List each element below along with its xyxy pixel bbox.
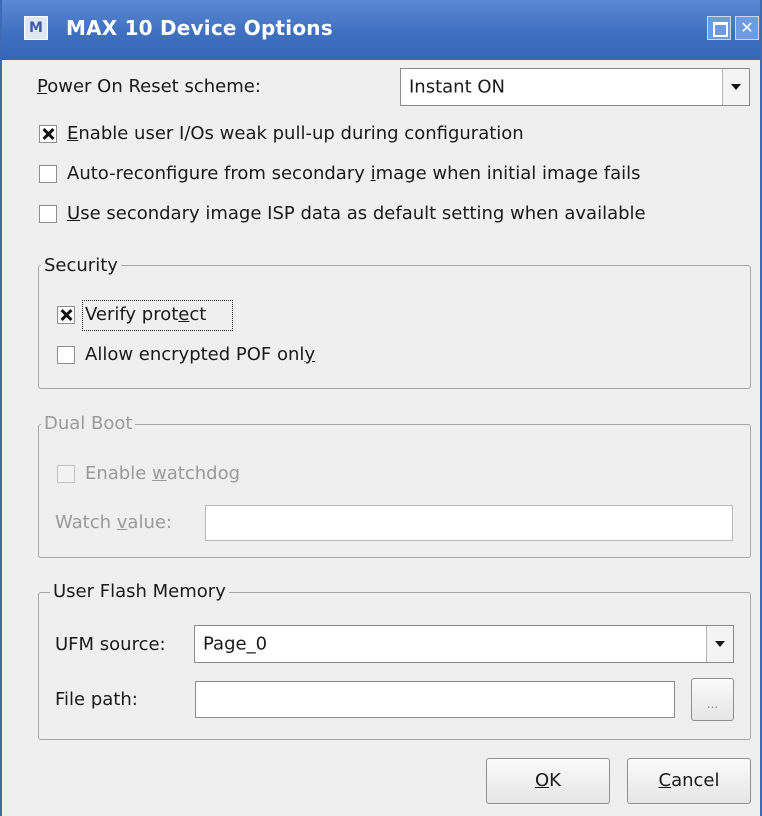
auto-reconfigure-checkbox[interactable] — [39, 165, 57, 183]
chevron-down-icon[interactable] — [722, 69, 749, 105]
power-on-reset-combo[interactable]: Instant ON — [400, 68, 750, 106]
user-flash-memory-group-title: User Flash Memory — [50, 581, 229, 602]
watch-value-input[interactable] — [205, 505, 733, 541]
ok-button[interactable]: OK — [486, 758, 610, 804]
title-bar[interactable]: M MAX 10 Device Options ✕ — [2, 0, 760, 60]
ufm-source-combo[interactable]: Page_0 — [194, 625, 734, 663]
enable-weak-pullup-label[interactable]: Enable user I/Os weak pull-up during con… — [67, 123, 524, 144]
app-icon: M — [24, 16, 48, 40]
use-secondary-isp-label[interactable]: Use secondary image ISP data as default … — [67, 203, 646, 224]
browse-button[interactable]: ... — [691, 678, 734, 721]
verify-protect-label[interactable]: Verify protect — [85, 304, 206, 325]
power-on-reset-label: Power On Reset scheme: — [37, 76, 261, 97]
file-path-label: File path: — [55, 689, 138, 710]
power-on-reset-value: Instant ON — [409, 76, 506, 98]
chevron-down-icon[interactable] — [706, 626, 733, 662]
enable-watchdog-checkbox[interactable] — [57, 465, 75, 483]
auto-reconfigure-label[interactable]: Auto-reconfigure from secondary image wh… — [67, 163, 641, 184]
allow-encrypted-pof-checkbox[interactable] — [57, 346, 75, 364]
enable-weak-pullup-checkbox[interactable] — [39, 125, 57, 143]
close-button[interactable]: ✕ — [735, 16, 759, 40]
window-title: MAX 10 Device Options — [66, 16, 333, 40]
dual-boot-group-title: Dual Boot — [41, 413, 136, 434]
use-secondary-isp-checkbox[interactable] — [39, 205, 57, 223]
verify-protect-checkbox[interactable] — [57, 306, 75, 324]
ufm-source-label: UFM source: — [55, 634, 166, 655]
security-group-title: Security — [41, 255, 121, 276]
watch-value-label: Watch value: — [55, 512, 172, 533]
allow-encrypted-pof-label[interactable]: Allow encrypted POF only — [85, 344, 315, 365]
maximize-button[interactable] — [707, 16, 731, 40]
dialog-window: M MAX 10 Device Options ✕ Power On Reset… — [0, 0, 762, 816]
ufm-source-value: Page_0 — [203, 633, 268, 655]
cancel-button[interactable]: Cancel — [627, 758, 751, 804]
file-path-input[interactable] — [195, 681, 675, 718]
enable-watchdog-label[interactable]: Enable watchdog — [85, 463, 240, 484]
close-icon: ✕ — [740, 18, 754, 37]
